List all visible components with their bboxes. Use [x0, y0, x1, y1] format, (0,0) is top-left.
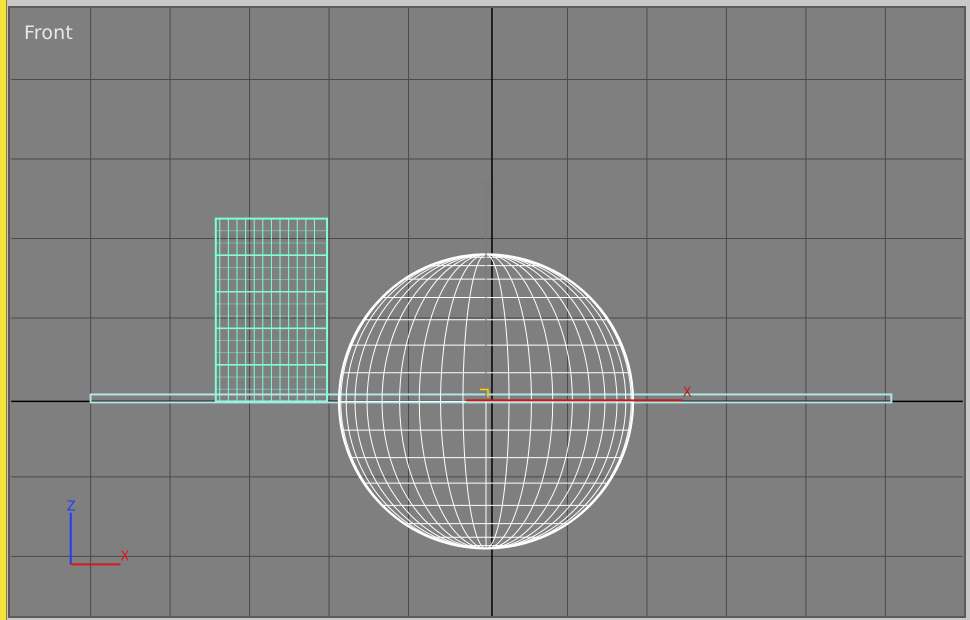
gizmo-x-label: X — [683, 385, 692, 400]
active-viewport-indicator — [0, 0, 7, 620]
viewport-label[interactable]: Front — [24, 22, 73, 44]
viewport-canvas[interactable]: Z X Z X — [10, 8, 964, 616]
front-viewport[interactable]: Z X Z X Front — [8, 6, 966, 618]
world-axis-tripod: Z X — [67, 500, 129, 566]
3d-editor-window: Z X Z X Front — [0, 0, 970, 620]
home-grid — [11, 8, 963, 616]
tripod-z-label: Z — [67, 500, 76, 515]
gizmo-z-label: Z — [482, 182, 491, 197]
box-object[interactable] — [214, 217, 329, 403]
tripod-x-label: X — [120, 549, 129, 564]
